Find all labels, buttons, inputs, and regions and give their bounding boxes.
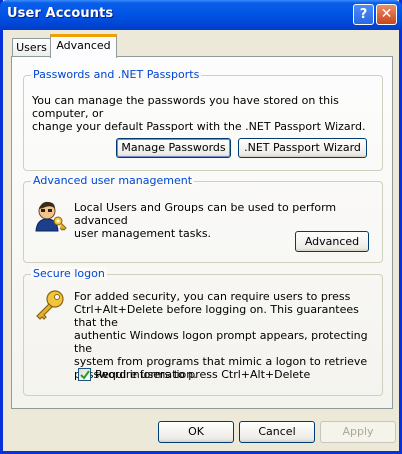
ok-label: OK (188, 425, 204, 438)
advanced-user-management-group: Advanced user management Local Users and… (23, 174, 383, 263)
passwords-legend: Passwords and .NET Passports (31, 68, 202, 81)
passwords-description-line: change your default Passport with the .N… (32, 120, 366, 133)
tab-advanced-label: Advanced (56, 39, 111, 52)
help-button[interactable]: ? (353, 4, 374, 25)
net-passport-wizard-label: .NET Passport Wizard (244, 141, 361, 154)
manage-passwords-label: Manage Passwords (121, 141, 226, 154)
key-icon (34, 289, 66, 327)
ok-button[interactable]: OK (158, 421, 234, 443)
title-bar[interactable]: User Accounts ? ✕ (0, 0, 402, 30)
advanced-management-description-line: Local Users and Groups can be used to pe… (74, 201, 337, 227)
cancel-label: Cancel (258, 425, 296, 438)
secure-logon-description-line: authentic Windows logon prompt appears, … (74, 329, 368, 355)
secure-logon-description-line: Ctrl+Alt+Delete before logging on. This … (74, 303, 359, 329)
help-icon: ? (359, 7, 368, 22)
close-button[interactable]: ✕ (376, 4, 397, 25)
net-passport-wizard-button[interactable]: .NET Passport Wizard (238, 138, 367, 158)
advanced-management-legend: Advanced user management (31, 174, 195, 187)
require-ctrl-alt-delete-label[interactable]: Require users to press Ctrl+Alt+Delete (95, 368, 310, 381)
cancel-button[interactable]: Cancel (239, 421, 315, 443)
tab-advanced[interactable]: Advanced (50, 34, 117, 58)
secure-logon-description-line: For added security, you can require user… (74, 290, 351, 303)
users-with-key-icon (34, 200, 68, 236)
advanced-button[interactable]: Advanced (295, 231, 369, 252)
secure-logon-legend: Secure logon (31, 267, 107, 280)
tab-users-label: Users (16, 41, 47, 54)
tab-users[interactable]: Users (12, 38, 51, 57)
secure-logon-group: Secure logon For added security, you can… (23, 267, 383, 396)
passwords-description: You can manage the passwords you have st… (32, 94, 377, 133)
passwords-group: Passwords and .NET Passports You can man… (23, 68, 383, 171)
close-icon: ✕ (380, 6, 393, 22)
require-ctrl-alt-delete-checkbox[interactable] (78, 368, 91, 381)
manage-passwords-button[interactable]: Manage Passwords (116, 138, 231, 158)
passwords-description-line: You can manage the passwords you have st… (32, 94, 339, 120)
user-accounts-window: User Accounts ? ✕ Users Advanced Passwor… (0, 0, 402, 454)
window-title: User Accounts (7, 6, 114, 21)
apply-label: Apply (342, 425, 374, 438)
apply-button[interactable]: Apply (320, 421, 396, 443)
checkmark-icon (80, 370, 90, 380)
advanced-tab-panel: Passwords and .NET Passports You can man… (11, 56, 393, 409)
advanced-button-label: Advanced (304, 235, 360, 248)
secure-logon-description-line: system from programs that mimic a logon … (74, 355, 368, 368)
